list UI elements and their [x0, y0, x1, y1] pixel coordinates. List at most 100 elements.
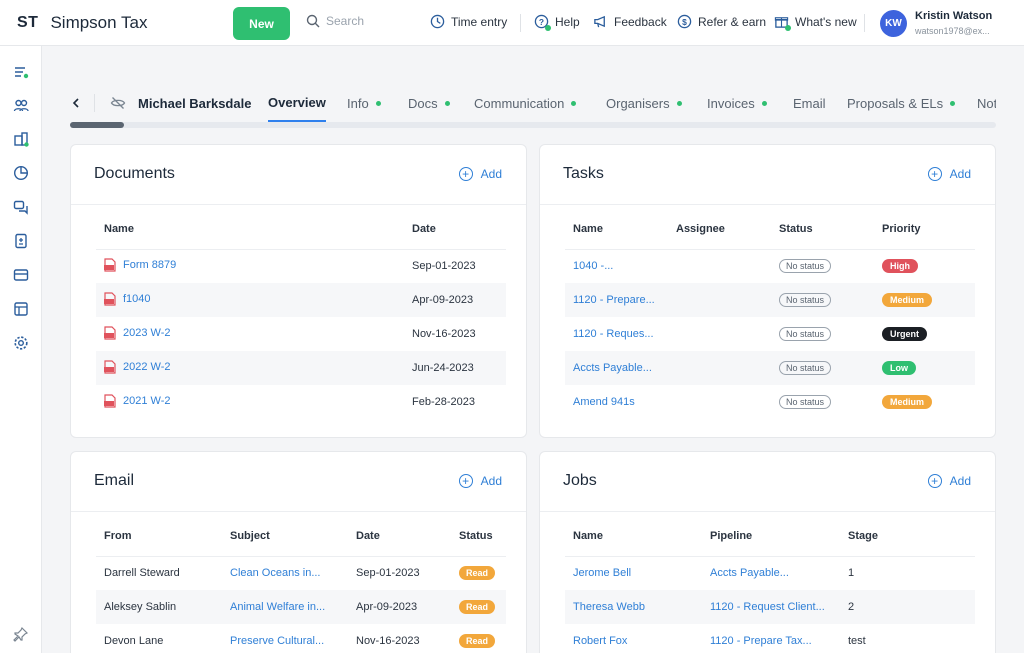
help-button[interactable]: ? Help: [534, 14, 580, 31]
contacts-icon[interactable]: [13, 97, 29, 113]
brand[interactable]: ST Simpson Tax: [0, 13, 220, 33]
column-header[interactable]: Name: [96, 209, 404, 250]
refer-earn-button[interactable]: $ Refer & earn: [677, 14, 766, 30]
task-name[interactable]: 1040 -...: [565, 249, 668, 283]
tabs-scrollbar[interactable]: [70, 122, 996, 128]
column-header[interactable]: Date: [404, 209, 506, 250]
reports-icon[interactable]: [13, 165, 29, 181]
table-row[interactable]: f1040 Apr-09-2023: [96, 283, 506, 317]
clients-icon[interactable]: [13, 131, 29, 147]
table-row[interactable]: 2021 W-2 Feb-28-2023: [96, 385, 506, 419]
email-subject[interactable]: Animal Welfare in...: [222, 590, 348, 624]
table-row[interactable]: 1120 - Reques... No status Urgent: [565, 317, 975, 351]
column-header[interactable]: Subject: [222, 516, 348, 557]
column-header[interactable]: Name: [565, 516, 702, 557]
document-name[interactable]: Form 8879: [123, 259, 176, 271]
table-row[interactable]: 1120 - Prepare... No status Medium: [565, 283, 975, 317]
new-button[interactable]: New: [233, 7, 290, 40]
column-header[interactable]: Name: [565, 209, 668, 250]
add-job-button[interactable]: + Add: [927, 474, 971, 488]
pin-icon[interactable]: [13, 626, 29, 642]
document-name[interactable]: 2022 W-2: [123, 361, 171, 373]
job-name[interactable]: Jerome Bell: [565, 556, 702, 590]
scrollbar-thumb[interactable]: [70, 122, 124, 128]
tab-info[interactable]: Info: [347, 84, 381, 122]
list-icon[interactable]: [13, 64, 29, 80]
messages-icon[interactable]: [13, 199, 29, 215]
status-badge[interactable]: No status: [779, 259, 832, 274]
table-row[interactable]: Form 8879 Sep-01-2023: [96, 249, 506, 283]
add-document-button[interactable]: + Add: [458, 167, 502, 181]
avatar[interactable]: KW: [880, 10, 907, 37]
task-name[interactable]: Accts Payable...: [565, 351, 668, 385]
user-name[interactable]: Kristin Watson: [915, 10, 992, 22]
job-name[interactable]: Robert Fox: [565, 624, 702, 653]
table-row[interactable]: 2022 W-2 Jun-24-2023: [96, 351, 506, 385]
table-row[interactable]: Accts Payable... No status Low: [565, 351, 975, 385]
feedback-button[interactable]: Feedback: [593, 14, 667, 30]
column-header[interactable]: Stage: [840, 516, 975, 557]
job-pipeline[interactable]: 1120 - Request Client...: [702, 590, 840, 624]
priority-badge[interactable]: Medium: [882, 395, 933, 409]
priority-badge[interactable]: High: [882, 259, 918, 274]
column-header[interactable]: Status: [771, 209, 874, 250]
email-subject[interactable]: Clean Oceans in...: [222, 556, 348, 590]
priority-badge[interactable]: Medium: [882, 293, 933, 307]
status-badge[interactable]: No status: [779, 361, 832, 375]
table-row[interactable]: Devon Lane Preserve Cultural... Nov-16-202…: [96, 624, 506, 653]
documents-icon[interactable]: [13, 233, 29, 249]
eye-off-icon[interactable]: [110, 95, 126, 111]
tab-proposals[interactable]: Proposals & ELs: [847, 84, 956, 122]
column-header[interactable]: Date: [348, 516, 451, 557]
tab-email[interactable]: Email: [793, 84, 826, 122]
pdf-icon: [104, 359, 116, 374]
document-name[interactable]: f1040: [123, 293, 151, 305]
whats-new-button[interactable]: What's new: [774, 14, 857, 31]
status-badge[interactable]: No status: [779, 395, 832, 409]
table-row[interactable]: Aleksey Sablin Animal Welfare in... Apr-09…: [96, 590, 506, 624]
tab-overview[interactable]: Overview: [268, 84, 326, 122]
table-row[interactable]: Robert Fox 1120 - Prepare Tax... test: [565, 624, 975, 653]
job-stage: 2: [840, 590, 975, 624]
task-name[interactable]: 1120 - Reques...: [565, 317, 668, 351]
tab-docs[interactable]: Docs: [408, 84, 450, 122]
time-entry-button[interactable]: Time entry: [430, 14, 507, 30]
document-name[interactable]: 2021 W-2: [123, 395, 171, 407]
table-row[interactable]: 1040 -... No status High: [565, 249, 975, 283]
tab-organisers[interactable]: Organisers: [606, 84, 682, 122]
column-header[interactable]: Assignee: [668, 209, 771, 250]
table-row[interactable]: Theresa Webb 1120 - Request Client... 2: [565, 590, 975, 624]
column-header[interactable]: Pipeline: [702, 516, 840, 557]
table-row[interactable]: 2023 W-2 Nov-16-2023: [96, 317, 506, 351]
document-name[interactable]: 2023 W-2: [123, 327, 171, 339]
priority-badge[interactable]: Urgent: [882, 327, 927, 341]
tab-communication[interactable]: Communication: [474, 84, 577, 122]
task-name[interactable]: Amend 941s: [565, 385, 668, 419]
priority-badge[interactable]: Low: [882, 361, 916, 375]
status-dot: [950, 100, 956, 106]
billing-icon[interactable]: [13, 267, 29, 283]
search-input[interactable]: Search: [306, 14, 364, 28]
email-subject[interactable]: Preserve Cultural...: [222, 624, 348, 653]
column-header[interactable]: From: [96, 516, 222, 557]
column-header[interactable]: Priority: [874, 209, 975, 250]
add-task-button[interactable]: + Add: [927, 167, 971, 181]
add-email-button[interactable]: + Add: [458, 474, 502, 488]
job-pipeline[interactable]: 1120 - Prepare Tax...: [702, 624, 840, 653]
table-row[interactable]: Jerome Bell Accts Payable... 1: [565, 556, 975, 590]
table-row[interactable]: Darrell Steward Clean Oceans in... Sep-01-…: [96, 556, 506, 590]
settings-icon[interactable]: [13, 335, 29, 351]
status-badge[interactable]: No status: [779, 327, 832, 341]
email-from: Darrell Steward: [104, 567, 180, 580]
templates-icon[interactable]: [13, 301, 29, 317]
table-row[interactable]: Amend 941s No status Medium: [565, 385, 975, 419]
divider: [71, 511, 526, 512]
task-name[interactable]: 1120 - Prepare...: [565, 283, 668, 317]
job-name[interactable]: Theresa Webb: [565, 590, 702, 624]
tab-notes[interactable]: Not: [977, 84, 996, 122]
back-button[interactable]: [70, 84, 82, 122]
job-pipeline[interactable]: Accts Payable...: [702, 556, 840, 590]
status-badge[interactable]: No status: [779, 293, 832, 307]
column-header[interactable]: Status: [451, 516, 506, 557]
tab-invoices[interactable]: Invoices: [707, 84, 767, 122]
